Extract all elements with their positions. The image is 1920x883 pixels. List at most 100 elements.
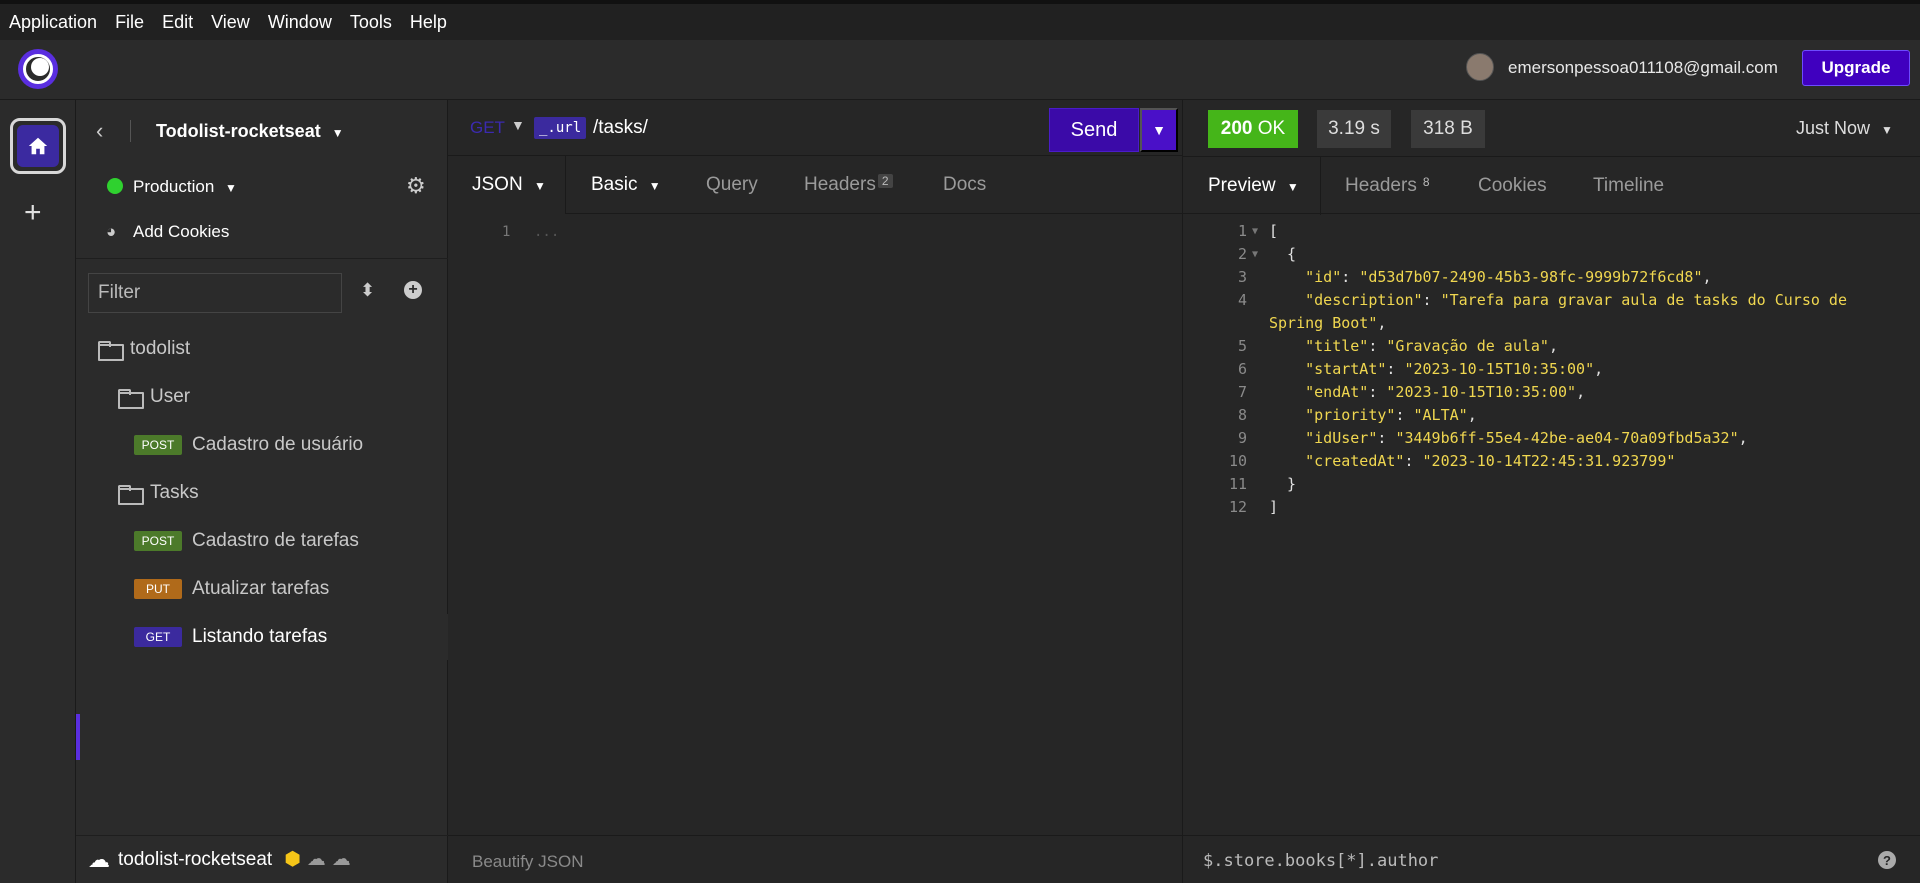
tree-folder-user[interactable]: User bbox=[76, 374, 448, 420]
url-bar: GET ▼ _.url /tasks/ Send ▼ bbox=[448, 100, 1183, 156]
tree-request-atualizar-tarefas[interactable]: PUT Atualizar tarefas bbox=[76, 566, 448, 612]
url-variable-tag[interactable]: _.url bbox=[534, 117, 587, 139]
body-editor[interactable]: ... bbox=[534, 224, 559, 240]
fold-icon[interactable]: ▼ bbox=[1252, 220, 1258, 243]
line-number: 1 bbox=[502, 224, 511, 240]
tree-request-cadastro-tarefas[interactable]: POST Cadastro de tarefas bbox=[76, 518, 448, 564]
tab-label: Basic bbox=[591, 174, 638, 195]
code-line: 11 } bbox=[1183, 473, 1920, 496]
response-footer: ? bbox=[1183, 835, 1920, 883]
tab-label: JSON bbox=[472, 174, 523, 195]
chevron-down-icon: ▼ bbox=[225, 181, 237, 195]
line-number: 2 bbox=[1237, 245, 1247, 263]
tab-query[interactable]: Query bbox=[706, 174, 758, 196]
chevron-down-icon: ▼ bbox=[1286, 180, 1299, 194]
line-number: 8 bbox=[1237, 406, 1247, 424]
menu-tools[interactable]: Tools bbox=[341, 4, 401, 40]
menu-edit[interactable]: Edit bbox=[153, 4, 202, 40]
tab-headers[interactable]: Headers 2 bbox=[804, 174, 893, 196]
sort-icon[interactable]: ⬍ bbox=[360, 280, 375, 301]
app-logo-icon[interactable] bbox=[18, 49, 58, 89]
status-text: OK bbox=[1257, 118, 1286, 139]
response-size-badge: 318 B bbox=[1411, 110, 1485, 148]
jsonpath-filter-input[interactable] bbox=[1203, 846, 1843, 876]
cookie-icon: ◕ bbox=[106, 222, 117, 241]
tab-preview[interactable]: Preview ▼ bbox=[1208, 175, 1299, 197]
help-icon[interactable]: ? bbox=[1878, 851, 1896, 869]
tree-label: User bbox=[150, 386, 191, 407]
filter-input[interactable] bbox=[88, 273, 342, 313]
chevron-down-icon: ▼ bbox=[1152, 122, 1166, 138]
menu-view[interactable]: View bbox=[202, 4, 259, 40]
tree-folder-todolist[interactable]: todolist bbox=[76, 326, 448, 372]
chevron-down-icon[interactable]: ▼ bbox=[511, 117, 525, 133]
line-number: 6 bbox=[1237, 360, 1247, 378]
chevron-down-icon: ▼ bbox=[331, 126, 344, 140]
user-email[interactable]: emersonpessoa011108@gmail.com bbox=[1508, 58, 1778, 78]
beautify-json-button[interactable]: Beautify JSON bbox=[472, 852, 584, 872]
home-button[interactable] bbox=[10, 118, 66, 174]
cloud-download-icon[interactable]: ☁ bbox=[307, 848, 326, 871]
line-number: 1 bbox=[1237, 222, 1247, 240]
headers-count-badge: 2 bbox=[877, 174, 893, 188]
code-content: "endAt": "2023-10-15T10:35:00", bbox=[1305, 383, 1586, 401]
fold-icon[interactable]: ▼ bbox=[1252, 243, 1258, 266]
method-select[interactable]: GET bbox=[470, 118, 505, 138]
tab-body[interactable]: JSON ▼ bbox=[472, 174, 546, 196]
send-options-button[interactable]: ▼ bbox=[1140, 108, 1178, 152]
tree-label: Cadastro de tarefas bbox=[192, 530, 359, 551]
upgrade-button[interactable]: Upgrade bbox=[1802, 50, 1910, 86]
divider bbox=[76, 258, 448, 259]
code-content: { bbox=[1269, 245, 1297, 263]
code-line: 5 "title": "Gravação de aula", bbox=[1183, 335, 1920, 358]
menu-file[interactable]: File bbox=[106, 4, 153, 40]
add-cookies-button[interactable]: Add Cookies bbox=[133, 222, 229, 242]
project-selector[interactable]: Todolist-rocketseat ▼ bbox=[156, 121, 344, 142]
response-tabs: Preview ▼ Headers 8 Cookies Timeline bbox=[1183, 156, 1920, 215]
tab-timeline[interactable]: Timeline bbox=[1593, 175, 1664, 197]
tree-label: todolist bbox=[130, 338, 191, 359]
code-line: 9 "idUser": "3449b6ff-55e4-42be-ae04-70a… bbox=[1183, 427, 1920, 450]
code-line: 10 "createdAt": "2023-10-14T22:45:31.923… bbox=[1183, 450, 1920, 473]
cloud-upload-icon[interactable]: ☁ bbox=[332, 848, 351, 871]
add-project-icon[interactable]: + bbox=[24, 196, 42, 230]
environment-status-dot bbox=[107, 178, 123, 194]
tree-folder-tasks[interactable]: Tasks bbox=[76, 470, 448, 516]
tree-label: Cadastro de usuário bbox=[192, 434, 364, 455]
tree-label: Atualizar tarefas bbox=[192, 578, 330, 599]
menu-application[interactable]: Application bbox=[0, 4, 106, 40]
code-content: [ bbox=[1269, 222, 1279, 240]
tree-label: Tasks bbox=[150, 482, 199, 503]
menu-help[interactable]: Help bbox=[401, 4, 456, 40]
response-time-badge: 3.19 s bbox=[1317, 110, 1391, 148]
tab-docs[interactable]: Docs bbox=[943, 174, 986, 196]
cloud-icon: ☁ bbox=[88, 846, 110, 872]
history-selector[interactable]: Just Now ▼ bbox=[1796, 118, 1893, 139]
git-sync-icon[interactable]: ⬢ bbox=[284, 848, 301, 871]
status-code: 200 bbox=[1220, 118, 1253, 139]
avatar[interactable] bbox=[1466, 53, 1494, 81]
tab-cookies[interactable]: Cookies bbox=[1478, 175, 1547, 197]
back-arrow-icon[interactable]: ‹ bbox=[96, 118, 103, 144]
add-circle-icon[interactable]: + bbox=[404, 281, 422, 299]
line-number: 7 bbox=[1237, 383, 1247, 401]
environment-selector[interactable]: Production ▼ bbox=[133, 177, 237, 197]
folder-open-icon bbox=[118, 389, 144, 409]
status-badge: 200 OK bbox=[1208, 110, 1298, 148]
line-number: 11 bbox=[1228, 475, 1247, 493]
active-item-marker bbox=[76, 714, 80, 760]
menu-window[interactable]: Window bbox=[259, 4, 341, 40]
code-content: } bbox=[1269, 475, 1297, 493]
code-content: "startAt": "2023-10-15T10:35:00", bbox=[1305, 360, 1604, 378]
footer-project-name[interactable]: todolist-rocketseat bbox=[118, 849, 272, 871]
line-number: 3 bbox=[1237, 268, 1247, 286]
gear-icon[interactable]: ⚙ bbox=[406, 173, 426, 199]
tab-response-headers[interactable]: Headers 8 bbox=[1345, 175, 1434, 197]
tree-request-listando-tarefas[interactable]: GET Listando tarefas bbox=[76, 614, 448, 660]
tree-request-cadastro-usuario[interactable]: POST Cadastro de usuário bbox=[76, 422, 448, 468]
method-badge: GET bbox=[134, 627, 182, 647]
home-icon bbox=[28, 137, 48, 155]
tab-auth[interactable]: Basic ▼ bbox=[591, 174, 661, 196]
send-button[interactable]: Send bbox=[1049, 108, 1139, 152]
url-input[interactable]: /tasks/ bbox=[593, 117, 648, 139]
